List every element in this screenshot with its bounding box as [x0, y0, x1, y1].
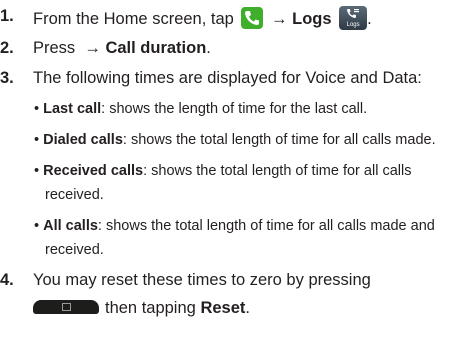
step-number: 1.: [0, 7, 14, 25]
bullet-received-calls: • Received calls: shows the total length…: [34, 162, 411, 181]
step-suffix: .: [245, 299, 250, 317]
bullet-continuation: received.: [45, 242, 104, 258]
step-number: 4.: [0, 271, 14, 289]
step-bold-label: Call duration: [105, 39, 207, 57]
bullet-dot: •: [34, 163, 40, 179]
bullet-last-call: • Last call: shows the length of time fo…: [34, 100, 367, 119]
step-middle-text: then tapping: [105, 299, 196, 317]
bullet-dot: •: [34, 218, 40, 234]
bullet-label: All calls: [43, 218, 98, 234]
logs-icon: Logs: [339, 6, 368, 30]
bullet-all-calls: • All calls: shows the total length of t…: [34, 217, 435, 236]
bullet-label: Last call: [43, 101, 102, 117]
step-text: then tapping Reset.: [33, 298, 250, 318]
step-bold-label: Reset: [200, 299, 246, 317]
step-4-line-2: then tapping Reset.: [0, 298, 464, 320]
menu-key-icon: [33, 300, 99, 314]
bullet-dialed-calls: • Dialed calls: shows the total length o…: [34, 131, 436, 150]
phone-icon: [241, 7, 264, 29]
logs-icon-label: Logs: [346, 22, 360, 28]
step-3: 3. The following times are displayed for…: [0, 68, 464, 90]
bullet-text: : shows the total length of time for all…: [143, 163, 412, 179]
step-text: From the Home screen, tap → Logs Logs .: [33, 6, 372, 30]
step-prefix: From the Home screen, tap: [33, 10, 234, 28]
bullet-dot: •: [34, 101, 40, 117]
bullet-text: : shows the total length of time for all…: [122, 132, 436, 148]
bullet-continuation: received.: [45, 187, 104, 203]
step-1: 1. From the Home screen, tap → Logs Logs…: [0, 6, 464, 30]
step-arrow: →: [271, 10, 288, 28]
step-number: 2.: [0, 39, 14, 57]
bullet-text: : shows the total length of time for all…: [97, 218, 435, 234]
step-suffix: .: [367, 10, 372, 28]
bullet-dot: •: [34, 132, 40, 148]
step-arrow: →: [84, 39, 101, 57]
step-prefix: Press: [33, 39, 76, 57]
step-text: Press → Call duration.: [33, 38, 211, 58]
step-4: 4. You may reset these times to zero by …: [0, 270, 464, 292]
bullet-text: : shows the length of time for the last …: [101, 101, 368, 117]
step-bold-label: Logs: [292, 10, 332, 28]
bullet-label: Dialed calls: [43, 132, 123, 148]
step-suffix: .: [206, 39, 211, 57]
step-number: 3.: [0, 69, 14, 87]
step-text: The following times are displayed for Vo…: [33, 69, 422, 87]
step-text: You may reset these times to zero by pre…: [33, 271, 371, 289]
step-2: 2. Press → Call duration.: [0, 38, 464, 60]
bullet-label: Received calls: [43, 163, 144, 179]
